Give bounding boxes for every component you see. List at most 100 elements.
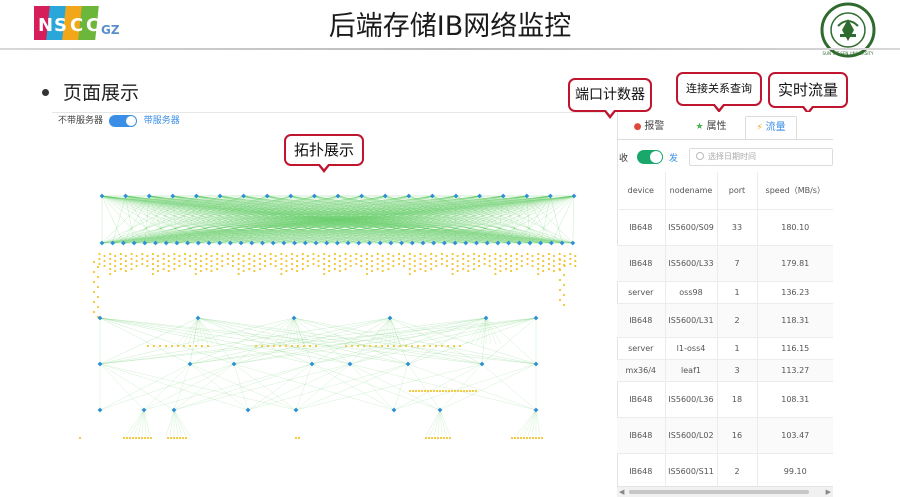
edge-switch-icon[interactable]	[245, 407, 251, 413]
server-node	[103, 254, 106, 258]
server-node	[274, 254, 277, 258]
server-node	[526, 257, 529, 261]
server-node	[146, 436, 150, 440]
server-node	[547, 262, 550, 266]
core-switch-icon[interactable]	[309, 361, 315, 367]
server-node	[552, 269, 555, 273]
cell-speed: 99.10	[756, 453, 833, 490]
table-row[interactable]: IB648 IS5600/L36 18 108.31	[617, 381, 833, 418]
server-node	[151, 252, 155, 256]
table-row[interactable]: server l1-oss4 1 116.15	[617, 337, 833, 360]
server-node	[328, 264, 331, 268]
server-node	[302, 344, 306, 348]
server-node	[465, 389, 469, 393]
table-row[interactable]: server oss98 1 136.23	[617, 281, 833, 304]
scroll-right-icon[interactable]: ▶	[826, 488, 831, 496]
server-node	[462, 252, 465, 256]
server-node	[317, 254, 320, 258]
server-node	[360, 264, 363, 268]
server-node	[109, 267, 112, 271]
topology-link	[173, 409, 191, 437]
tab-alarm[interactable]: ● 报警	[619, 116, 679, 140]
server-node	[258, 267, 262, 271]
core-switch-icon[interactable]	[231, 361, 237, 367]
server-node	[291, 262, 294, 266]
server-node	[558, 298, 562, 302]
server-node	[167, 259, 170, 263]
server-node	[468, 389, 472, 393]
server-node	[152, 344, 156, 348]
server-node	[380, 344, 384, 348]
topology-link	[425, 409, 441, 437]
bullet-text: 页面展示	[63, 82, 140, 104]
server-node	[505, 267, 508, 271]
server-node	[237, 272, 240, 276]
server-node	[248, 267, 251, 271]
edge-switch-icon[interactable]	[171, 407, 177, 413]
server-node	[398, 262, 401, 266]
server-node	[156, 259, 160, 263]
core-switch-icon[interactable]	[405, 361, 411, 367]
server-node	[280, 257, 283, 261]
server-node	[269, 257, 272, 261]
server-node	[149, 436, 153, 440]
header-rule	[0, 48, 900, 50]
server-node	[515, 262, 518, 266]
table-row[interactable]: IB648 IS5600/S09 33 180.10	[617, 209, 833, 246]
table-row[interactable]: mx36/4 leaf1 3 113.27	[617, 359, 833, 382]
table-row[interactable]: IB648 IS5600/L31 2 118.31	[617, 303, 833, 338]
server-node	[167, 254, 170, 258]
server-node	[356, 344, 360, 348]
server-node	[419, 267, 422, 271]
server-node	[285, 269, 288, 273]
server-node	[456, 264, 459, 268]
datetime-picker[interactable]: 选择日期时间	[689, 148, 833, 166]
column-header-speed[interactable]: speed（MB/s）	[756, 172, 833, 210]
bullet-item: 页面展示	[42, 78, 139, 105]
server-node	[140, 436, 144, 440]
server-node	[499, 269, 502, 273]
server-node	[173, 262, 176, 266]
server-node	[205, 262, 208, 266]
table-row[interactable]: IB648 IS5600/L02 16 103.47	[617, 417, 833, 454]
server-node	[162, 252, 165, 256]
traffic-table: device nodename port speed（MB/s） IB648 I…	[617, 172, 833, 490]
server-node	[178, 264, 181, 268]
topology-link	[311, 363, 441, 411]
tab-traffic[interactable]: ⚡ 流量	[745, 116, 797, 140]
server-node	[499, 259, 502, 263]
server-node	[424, 269, 427, 273]
table-row[interactable]: IB648 IS5600/L33 7 179.81	[617, 245, 833, 282]
table-row[interactable]: IB648 IS5600/S11 2 99.10	[617, 453, 833, 490]
column-header-port[interactable]: port	[717, 172, 757, 210]
server-node	[510, 254, 513, 258]
horizontal-scrollbar[interactable]: ◀ ▶	[617, 486, 833, 497]
edge-switch-icon[interactable]	[97, 407, 103, 413]
server-node	[263, 264, 267, 268]
server-node	[370, 254, 374, 258]
topology-link	[233, 363, 249, 411]
server-node	[141, 262, 144, 266]
server-node	[430, 257, 433, 261]
server-node	[410, 344, 414, 348]
server-node	[242, 264, 245, 268]
server-node	[194, 344, 198, 348]
cell-device: IB648	[617, 209, 665, 246]
server-node	[146, 254, 149, 258]
server-node	[552, 254, 555, 258]
direction-toggle[interactable]	[637, 150, 663, 164]
server-node	[291, 267, 294, 271]
server-node	[119, 262, 122, 266]
server-node	[96, 275, 100, 279]
column-header-nodename[interactable]: nodename	[664, 172, 718, 210]
server-node	[130, 262, 133, 266]
server-node	[439, 436, 443, 440]
column-header-device[interactable]: device	[617, 172, 665, 210]
scroll-left-icon[interactable]: ◀	[619, 488, 624, 496]
scrollbar-thumb[interactable]	[629, 490, 809, 494]
server-node	[510, 264, 513, 268]
aggregation-switch-icon[interactable]	[195, 315, 201, 321]
server-node	[392, 264, 395, 268]
server-node	[438, 389, 442, 393]
tab-attributes[interactable]: ★ 属性	[679, 116, 743, 140]
